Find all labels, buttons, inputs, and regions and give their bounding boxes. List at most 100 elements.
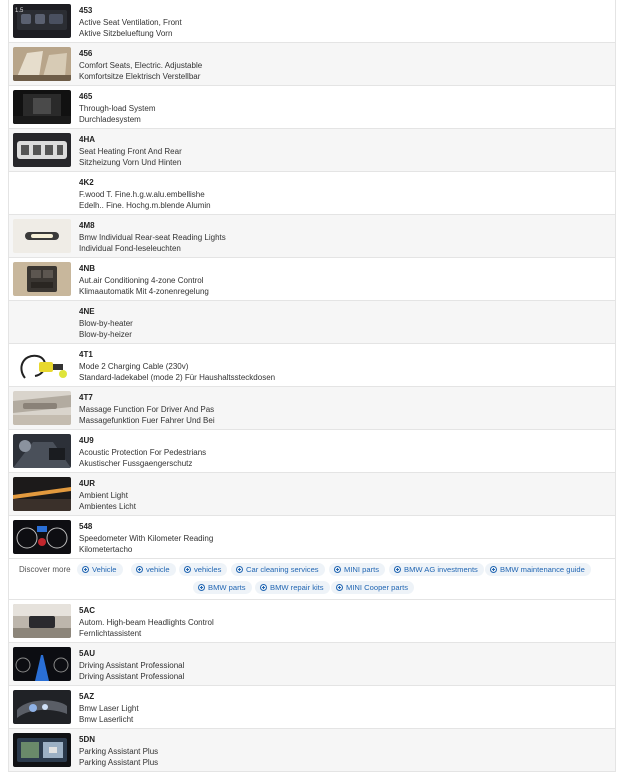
plus-circle-icon [336,584,343,591]
list-item[interactable]: 4M8 Bmw Individual Rear-seat Reading Lig… [9,215,615,258]
discover-link[interactable]: BMW maintenance guide [485,563,591,576]
option-name-en: Comfort Seats, Electric. Adjustable [79,60,203,70]
discover-link[interactable]: BMW repair kits [255,581,330,594]
ambient-light-thumbnail [13,477,71,511]
option-code: 4M8 [79,221,95,230]
option-name-en: Massage Function For Driver And Pas [79,404,215,414]
plus-circle-icon [334,566,341,573]
through-load-thumbnail [13,90,71,124]
option-code: 4NB [79,264,96,273]
option-name-de: Parking Assistant Plus [79,758,159,767]
list-item[interactable]: 4T1 Mode 2 Charging Cable (230v) Standar… [9,344,615,387]
seat-heating-thumbnail [13,133,71,167]
discover-more-section: Discover more Vehicle vehicle vehicles C… [9,559,615,600]
discover-link[interactable]: BMW AG investments [389,563,484,576]
plus-circle-icon [184,566,191,573]
options-list: 1.5 453 Active Seat Ventilation, Front A… [8,0,616,772]
discover-link[interactable]: BMW parts [193,581,252,594]
option-code: 4U9 [79,436,94,445]
option-name-en: Through-load System [79,103,156,113]
option-name-en: Active Seat Ventilation, Front [79,17,182,27]
plus-circle-icon [490,566,497,573]
discover-link[interactable]: MINI Cooper parts [331,581,415,594]
list-item[interactable]: 456 Comfort Seats, Electric. Adjustable … [9,43,615,86]
plus-circle-icon [394,566,401,573]
list-item[interactable]: 4NE Blow-by-heater Blow-by-heizer [9,301,615,344]
discover-link[interactable]: vehicles [179,563,228,576]
acoustic-protection-thumbnail [13,434,71,468]
option-name-en: F.wood T. Fine.h.g.w.alu.embellishe [79,189,205,199]
discover-more-label: Discover more [19,565,71,574]
discover-link[interactable]: Vehicle [77,563,123,576]
comfort-seats-thumbnail [13,47,71,81]
discover-link[interactable]: vehicle [131,563,176,576]
plus-circle-icon [82,566,89,573]
option-name-en: Speedometer With Kilometer Reading [79,533,214,543]
option-name-de: Ambientes Licht [79,502,136,511]
discover-link[interactable]: MINI parts [329,563,386,576]
plus-circle-icon [136,566,143,573]
option-name-en: Parking Assistant Plus [79,746,159,756]
option-name-en: Aut.air Conditioning 4-zone Control [79,275,204,285]
option-code: 4T1 [79,350,93,359]
list-item[interactable]: 5AC Autom. High-beam Headlights Control … [9,600,615,643]
list-item[interactable]: 1.5 453 Active Seat Ventilation, Front A… [9,0,615,43]
option-code: 4K2 [79,178,94,187]
list-item[interactable]: 5DN Parking Assistant Plus Parking Assis… [9,729,615,772]
option-name-de: Aktive Sitzbelueftung Vorn [79,29,173,38]
list-item[interactable]: 4K2 F.wood T. Fine.h.g.w.alu.embellishe … [9,172,615,215]
list-item[interactable]: 5AZ Bmw Laser Light Bmw Laserlicht [9,686,615,729]
option-code: 5DN [79,735,96,744]
seat-ventilation-thumbnail: 1.5 [13,4,71,38]
option-code: 465 [79,92,93,101]
list-item[interactable]: 5AU Driving Assistant Professional Drivi… [9,643,615,686]
option-name-de: Fernlichtassistent [79,629,142,638]
driving-assistant-thumbnail [13,647,71,681]
option-code: 453 [79,6,93,15]
option-code: 5AZ [79,692,95,701]
high-beam-thumbnail [13,604,71,638]
option-code: 4T7 [79,393,93,402]
option-name-en: Mode 2 Charging Cable (230v) [79,361,189,371]
option-name-en: Bmw Individual Rear-seat Reading Lights [79,232,226,242]
option-name-en: Bmw Laser Light [79,703,139,713]
option-name-de: Akustischer Fussgaengerschutz [79,459,193,468]
option-code: 456 [79,49,93,58]
option-name-en: Driving Assistant Professional [79,660,185,670]
option-code: 5AU [79,649,96,658]
option-name-en: Ambient Light [79,490,128,500]
option-name-en: Acoustic Protection For Pedestrians [79,447,207,457]
option-code: 4UR [79,479,96,488]
option-name-de: Bmw Laserlicht [79,715,134,724]
list-item[interactable]: 4T7 Massage Function For Driver And Pas … [9,387,615,430]
list-item[interactable]: 4HA Seat Heating Front And Rear Sitzheiz… [9,129,615,172]
plus-circle-icon [236,566,243,573]
option-name-en: Seat Heating Front And Rear [79,146,182,156]
list-item[interactable]: 548 Speedometer With Kilometer Reading K… [9,516,615,559]
list-item[interactable]: 4NB Aut.air Conditioning 4-zone Control … [9,258,615,301]
list-item[interactable]: 465 Through-load System Durchladesystem [9,86,615,129]
option-name-de: Durchladesystem [79,115,141,124]
option-code: 548 [79,522,93,531]
option-name-de: Individual Fond-leseleuchten [79,244,181,253]
parking-assistant-thumbnail [13,733,71,767]
option-name-de: Driving Assistant Professional [79,672,185,681]
discover-link[interactable]: Car cleaning services [231,563,325,576]
option-name-de: Kilometertacho [79,545,133,554]
reading-lights-thumbnail [13,219,71,253]
option-name-en: Autom. High-beam Headlights Control [79,617,214,627]
option-name-de: Massagefunktion Fuer Fahrer Und Bei [79,416,215,425]
massage-thumbnail [13,391,71,425]
list-item[interactable]: 4U9 Acoustic Protection For Pedestrians … [9,430,615,473]
option-name-de: Klimaautomatik Mit 4-zonenregelung [79,287,209,296]
charging-cable-thumbnail [13,348,71,382]
option-name-de: Komfortsitze Elektrisch Verstellbar [79,72,201,81]
plus-circle-icon [198,584,205,591]
option-code: 4NE [79,307,95,316]
option-name-de: Edelh.. Fine. Hochg.m.blende Alumin [79,201,211,210]
list-item[interactable]: 4UR Ambient Light Ambientes Licht [9,473,615,516]
option-code: 4HA [79,135,96,144]
option-name-de: Standard-ladekabel (mode 2) Für Haushalt… [79,373,276,382]
svg-text:1.5: 1.5 [15,8,24,14]
air-conditioning-thumbnail [13,262,71,296]
